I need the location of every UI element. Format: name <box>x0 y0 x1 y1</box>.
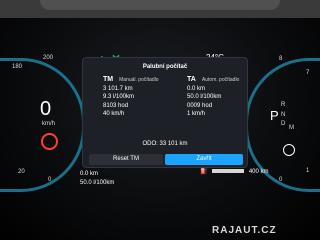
gear-d: D <box>281 121 286 127</box>
tm-distance: 3 101.7 km <box>103 85 133 92</box>
tm-time: 8103 hod <box>103 102 129 109</box>
ta-time: 0009 hod <box>187 102 213 109</box>
watermark: RAJAUT.CZ <box>212 225 277 236</box>
trip-auto-column: TA Autom. počítadlo 0.0 km 50.0 l/100km 0… <box>187 76 239 119</box>
tm-consumption: 9.3 l/100km <box>103 94 135 101</box>
bottom-trip-info: 0.0 km 50.0 l/100km <box>80 170 114 188</box>
speed-value: 0 <box>40 98 52 120</box>
rpm-scale-1: 1 <box>306 168 310 174</box>
ta-avg-speed: 1 km/h <box>187 111 206 118</box>
speed-limit-icon <box>41 133 58 150</box>
gear-r: R <box>281 102 286 108</box>
gear-p: P <box>270 108 279 123</box>
speed-scale-0: 0 <box>48 177 52 183</box>
close-button[interactable]: Zavřít <box>165 154 243 165</box>
gear-m: M <box>289 125 294 131</box>
fuel-level-bar <box>212 169 245 174</box>
speed-scale-200: 200 <box>43 55 54 61</box>
ta-label: TA <box>187 76 196 83</box>
ta-consumption: 50.0 l/100km <box>187 94 222 101</box>
speed-unit: km/h <box>42 121 56 127</box>
rpm-scale-8: 8 <box>279 56 283 62</box>
dashboard-bevel <box>40 0 280 10</box>
ta-distance: 0.0 km <box>187 85 206 92</box>
trip-manual-column: TM Manuál. počítadlo 3 101.7 km 9.3 l/100… <box>103 76 159 119</box>
trip-computer-panel: Palubní počítač TM Manuál. počítadlo 3 10… <box>82 57 248 168</box>
gear-n: N <box>281 112 286 118</box>
drive-mode-icon <box>283 144 295 156</box>
odometer: ODO: 33 101 km <box>142 141 188 147</box>
range-value: 400 km <box>248 169 269 175</box>
fuel-range: ⛽ 400 km <box>200 168 269 175</box>
speed-scale-180: 180 <box>12 64 23 70</box>
bottom-distance: 0.0 km <box>80 171 99 177</box>
tm-label: TM <box>103 76 114 83</box>
ta-sublabel: Autom. počítadlo <box>201 77 240 83</box>
reset-tm-button[interactable]: Reset TM <box>89 154 163 165</box>
panel-title: Palubní počítač <box>142 64 188 70</box>
tm-avg-speed: 40 km/h <box>103 111 125 118</box>
fuel-pump-icon: ⛽ <box>200 169 208 175</box>
rpm-scale-7: 7 <box>306 70 310 76</box>
rpm-scale-0: 0 <box>279 177 283 183</box>
tm-sublabel: Manuál. počítadlo <box>119 77 159 83</box>
speed-scale-20: 20 <box>18 169 25 175</box>
bottom-consumption: 50.0 l/100km <box>80 180 115 186</box>
